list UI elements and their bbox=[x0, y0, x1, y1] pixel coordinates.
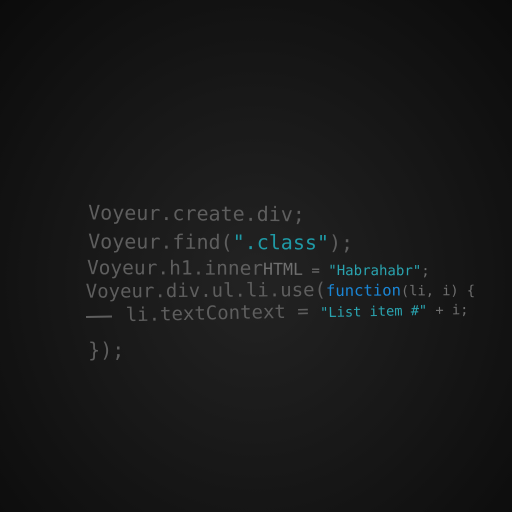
code-line-5-suffix: + i; bbox=[427, 302, 469, 319]
code-line-6: }); bbox=[40, 314, 124, 386]
code-line-6-text: }); bbox=[88, 338, 125, 362]
code-line-5-prefix: li.textContext = bbox=[125, 300, 321, 327]
code-line-5-string: "List item #" bbox=[320, 302, 428, 322]
code-snippet: Voyeur.create.div; Voyeur.find(".class")… bbox=[40, 170, 500, 362]
